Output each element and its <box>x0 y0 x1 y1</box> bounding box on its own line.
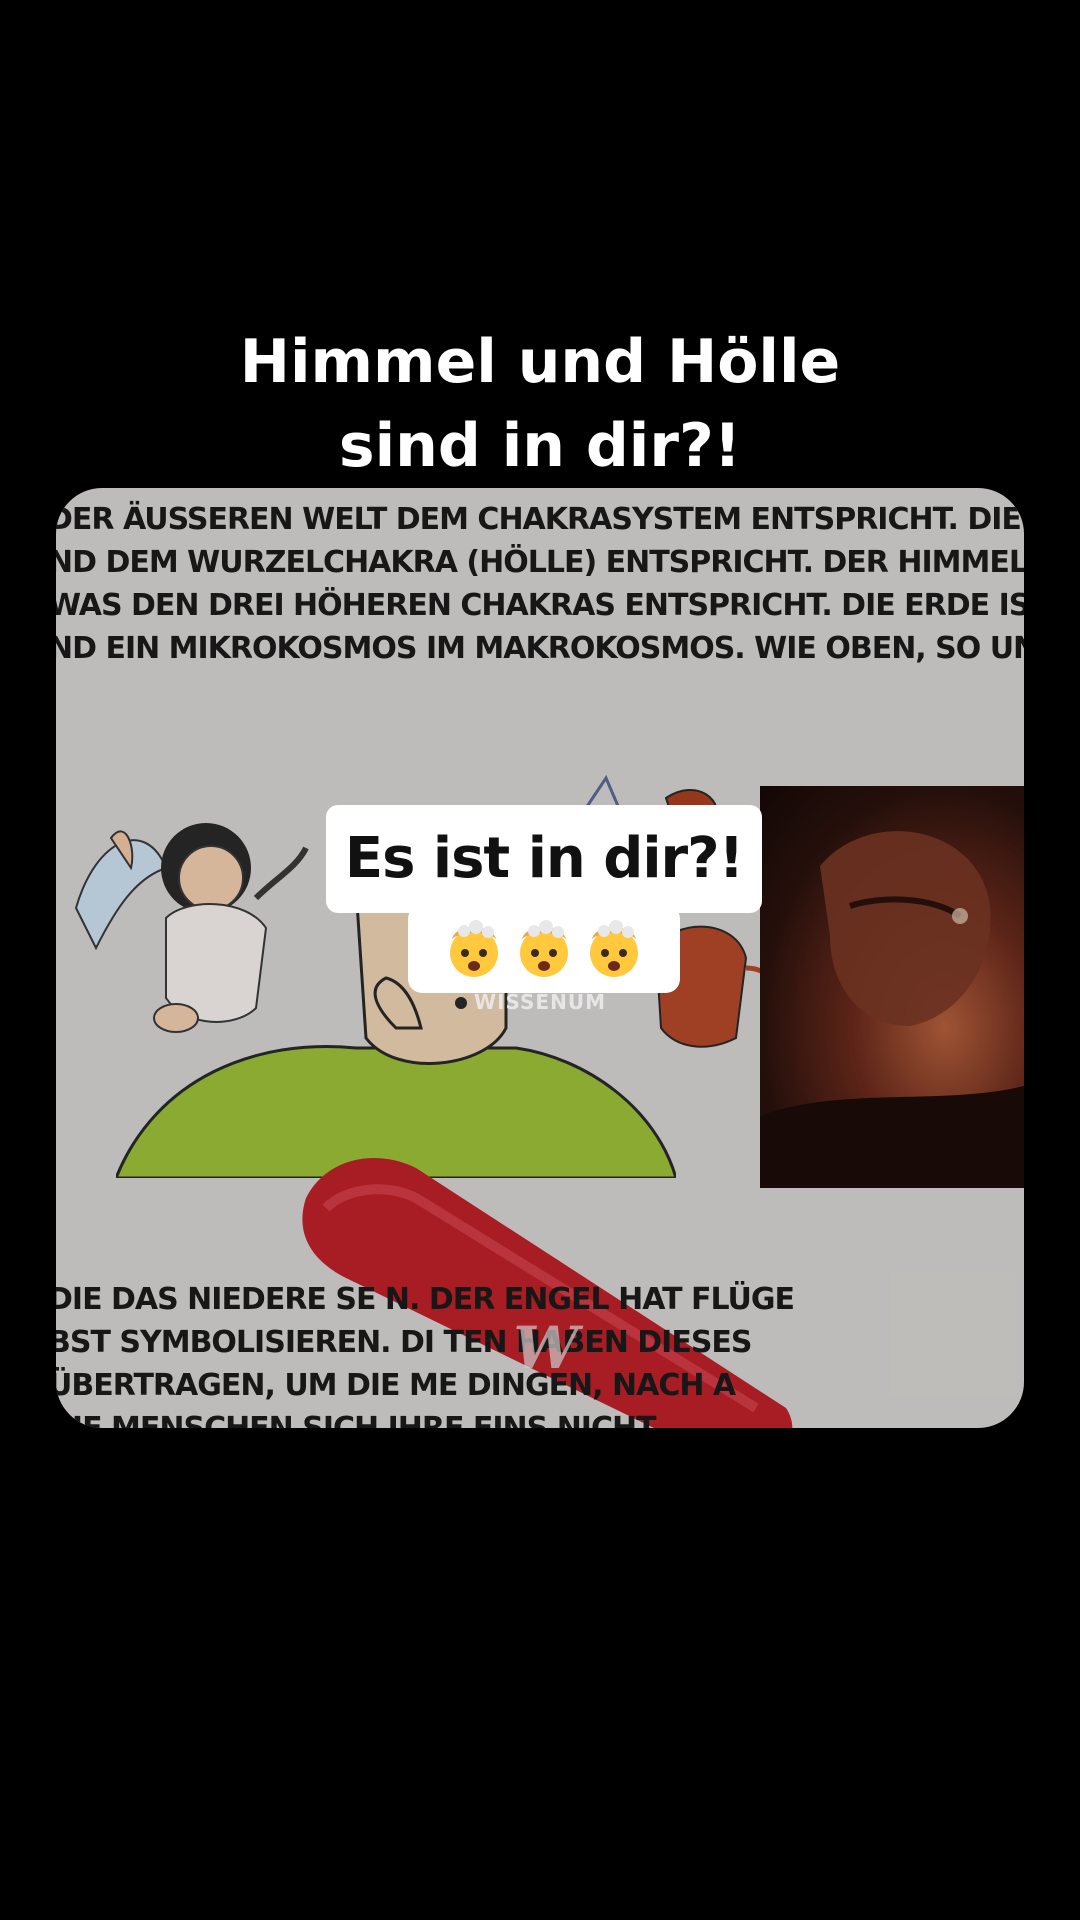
caption-emoji-row <box>408 905 680 993</box>
headline-line-2: sind in dir?! <box>338 411 742 481</box>
watermark-text: WISSENUM <box>474 990 606 1014</box>
headline-line-1: Himmel und Hölle <box>239 327 841 397</box>
exploding-head-icon <box>520 920 568 977</box>
video-headline: Himmel und Hölle sind in dir?! <box>0 320 1080 488</box>
exploding-head-icon <box>450 920 498 977</box>
caption-text: Es ist in dir?! <box>326 805 762 913</box>
exploding-head-icon <box>590 920 638 977</box>
